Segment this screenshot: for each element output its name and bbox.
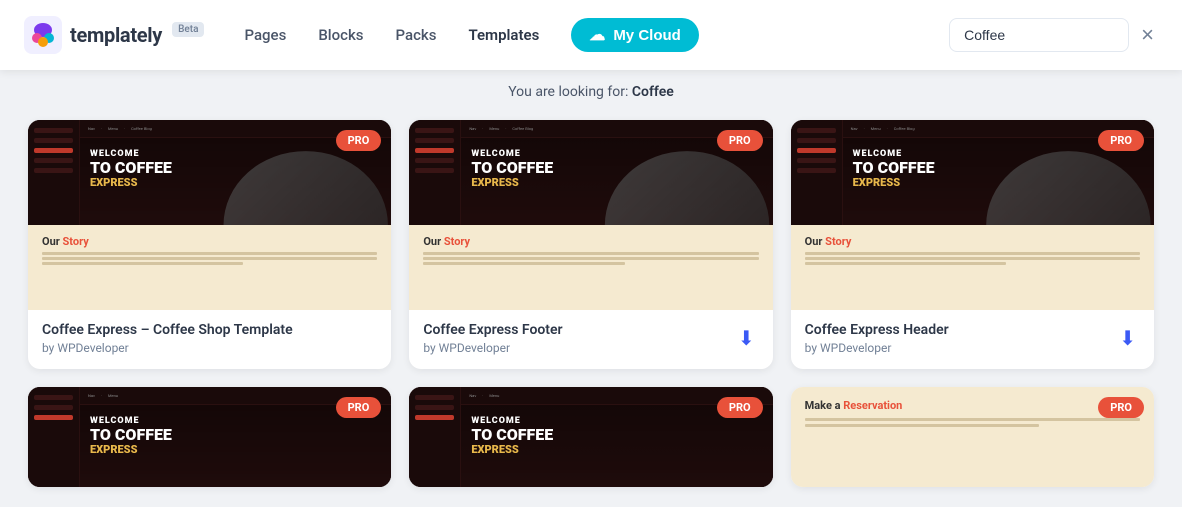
close-button[interactable]: × [1137, 20, 1158, 50]
card-image-5: Nav · Menu WELCOME TO COFFEE EXPRESS PRO [409, 387, 772, 487]
pro-badge-1: PRO [336, 130, 382, 151]
card-author-2: by WPDeveloper [423, 341, 562, 355]
header: templately Beta Pages Blocks Packs Templ… [0, 0, 1182, 70]
card-info-1: Coffee Express – Coffee Shop Template by… [28, 310, 391, 369]
nav-item-packs[interactable]: Packs [396, 26, 437, 44]
card-image-2: Nav · Menu · Coffee Blog WELCOME TO COFF… [409, 120, 772, 310]
search-input[interactable] [949, 18, 1129, 52]
download-button-3[interactable]: ⬇ [1115, 322, 1140, 355]
search-prefix: You are looking for: [508, 84, 628, 100]
card-image-4: Nav · Menu WELCOME TO COFFEE EXPRESS PRO [28, 387, 391, 487]
search-term: Coffee [632, 84, 674, 100]
nav-item-blocks[interactable]: Blocks [318, 26, 363, 44]
logo-icon [24, 16, 62, 54]
pro-badge-2: PRO [717, 130, 763, 151]
template-card-6[interactable]: Make a Reservation PRO [791, 387, 1154, 487]
card-image-6: Make a Reservation PRO [791, 387, 1154, 487]
pro-badge-4: PRO [336, 397, 382, 418]
search-area: × [949, 18, 1158, 52]
my-cloud-button[interactable]: ☁ My Cloud [571, 18, 699, 52]
template-card-3[interactable]: Nav · Menu · Coffee Blog WELCOME TO COFF… [791, 120, 1154, 369]
beta-badge: Beta [172, 22, 204, 37]
template-card-4[interactable]: Nav · Menu WELCOME TO COFFEE EXPRESS PRO [28, 387, 391, 487]
card-title-3: Coffee Express Header [805, 322, 949, 338]
card-info-2: Coffee Express Footer by WPDeveloper ⬇ [409, 310, 772, 369]
logo-area: templately Beta [24, 16, 204, 54]
nav: Pages Blocks Packs Templates ☁ My Cloud [244, 18, 949, 52]
pro-badge-3: PRO [1098, 130, 1144, 151]
download-button-2[interactable]: ⬇ [734, 322, 759, 355]
my-cloud-label: My Cloud [613, 27, 681, 44]
card-title-2: Coffee Express Footer [423, 322, 562, 338]
template-card-2[interactable]: Nav · Menu · Coffee Blog WELCOME TO COFF… [409, 120, 772, 369]
nav-item-templates[interactable]: Templates [468, 26, 539, 44]
template-card-5[interactable]: Nav · Menu WELCOME TO COFFEE EXPRESS PRO [409, 387, 772, 487]
nav-item-pages[interactable]: Pages [244, 26, 286, 44]
search-info-bar: You are looking for: Coffee [0, 70, 1182, 110]
template-card-1[interactable]: Nav · Menu · Coffee Blog WELCOME TO COFF… [28, 120, 391, 369]
pro-badge-5: PRO [717, 397, 763, 418]
cloud-icon: ☁ [589, 25, 605, 45]
logo-text: templately [70, 23, 162, 47]
card-info-3: Coffee Express Header by WPDeveloper ⬇ [791, 310, 1154, 369]
card-author-1: by WPDeveloper [42, 341, 293, 355]
pro-badge-6: PRO [1098, 397, 1144, 418]
card-title-1: Coffee Express – Coffee Shop Template [42, 322, 293, 338]
card-image-3: Nav · Menu · Coffee Blog WELCOME TO COFF… [791, 120, 1154, 310]
card-author-3: by WPDeveloper [805, 341, 949, 355]
template-grid: Nav · Menu · Coffee Blog WELCOME TO COFF… [0, 110, 1182, 507]
card-image-1: Nav · Menu · Coffee Blog WELCOME TO COFF… [28, 120, 391, 310]
